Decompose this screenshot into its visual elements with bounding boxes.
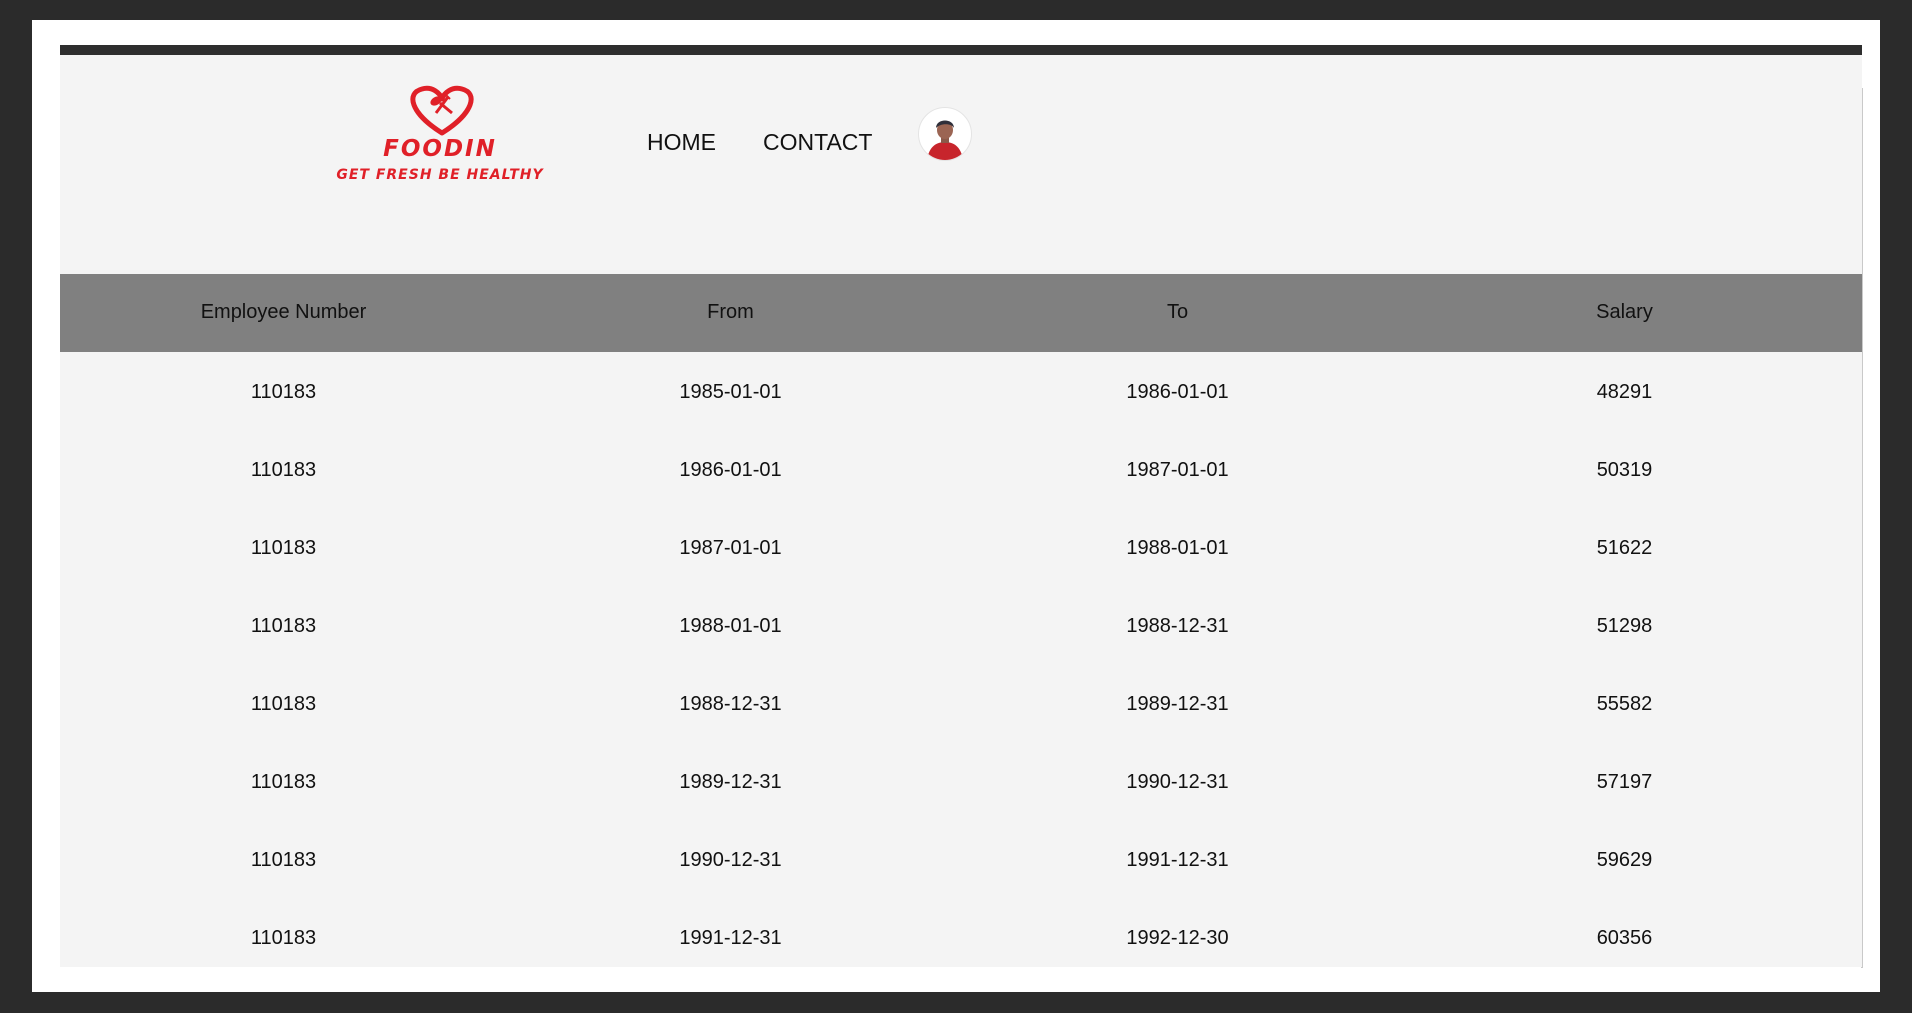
- cell-from: 1991-12-31: [679, 927, 782, 949]
- cell-to: 1988-12-31: [1126, 615, 1229, 637]
- cell-from: 1988-12-31: [679, 693, 782, 715]
- cell-employee-number: 110183: [250, 927, 317, 949]
- cell-salary: 50319: [1596, 459, 1653, 481]
- cell-salary: 57197: [1596, 771, 1653, 793]
- table-row: 110183 1991-12-31 1992-12-30 60356: [60, 898, 1862, 967]
- person-icon: [927, 120, 963, 160]
- brand-name: FOODIN: [383, 136, 497, 162]
- cell-to: 1989-12-31: [1126, 693, 1229, 715]
- nav-contact-link[interactable]: CONTACT: [763, 129, 872, 156]
- table-header-row: Employee Number From To Salary: [60, 274, 1862, 352]
- cell-to: 1990-12-31: [1126, 771, 1229, 793]
- column-header-employee-number[interactable]: Employee Number: [60, 301, 507, 324]
- nav-home-link[interactable]: HOME: [647, 129, 716, 156]
- cell-salary: 60356: [1596, 927, 1653, 949]
- heart-spoon-fork-icon: [410, 85, 474, 136]
- column-header-salary[interactable]: Salary: [1401, 301, 1848, 324]
- brand-tagline: GET FRESH BE HEALTHY: [336, 167, 544, 183]
- table-row: 110183 1990-12-31 1991-12-31 59629: [60, 820, 1862, 898]
- cell-employee-number: 110183: [250, 693, 317, 715]
- cell-to: 1991-12-31: [1126, 849, 1229, 871]
- cell-salary: 55582: [1596, 693, 1653, 715]
- cell-employee-number: 110183: [250, 537, 317, 559]
- column-header-from[interactable]: From: [507, 301, 954, 324]
- table-row: 110183 1985-01-01 1986-01-01 48291: [60, 352, 1862, 430]
- cell-employee-number: 110183: [250, 849, 317, 871]
- browser-viewport: FOODIN GET FRESH BE HEALTHY HOME CONTACT…: [60, 45, 1862, 967]
- cell-employee-number: 110183: [250, 771, 317, 793]
- cell-to: 1988-01-01: [1126, 537, 1229, 559]
- brand-logo[interactable]: FOODIN GET FRESH BE HEALTHY: [310, 83, 570, 195]
- cell-employee-number: 110183: [250, 615, 317, 637]
- cell-to: 1986-01-01: [1126, 381, 1229, 403]
- cell-salary: 51298: [1596, 615, 1653, 637]
- user-avatar-icon[interactable]: [918, 107, 972, 161]
- cell-salary: 51622: [1596, 537, 1653, 559]
- cell-to: 1987-01-01: [1126, 459, 1229, 481]
- cell-from: 1989-12-31: [679, 771, 782, 793]
- table-row: 110183 1988-12-31 1989-12-31 55582: [60, 664, 1862, 742]
- table-row: 110183 1986-01-01 1987-01-01 50319: [60, 430, 1862, 508]
- cell-employee-number: 110183: [250, 381, 317, 403]
- column-header-to[interactable]: To: [954, 301, 1401, 324]
- cell-from: 1987-01-01: [679, 537, 782, 559]
- cell-employee-number: 110183: [250, 459, 317, 481]
- cell-from: 1986-01-01: [679, 459, 782, 481]
- cell-from: 1985-01-01: [679, 381, 782, 403]
- cell-to: 1992-12-30: [1126, 927, 1229, 949]
- table-row: 110183 1989-12-31 1990-12-31 57197: [60, 742, 1862, 820]
- cell-salary: 59629: [1596, 849, 1653, 871]
- table-row: 110183 1987-01-01 1988-01-01 51622: [60, 508, 1862, 586]
- cell-salary: 48291: [1596, 381, 1653, 403]
- site-header: FOODIN GET FRESH BE HEALTHY HOME CONTACT: [60, 55, 1862, 274]
- table-row: 110183 1988-01-01 1988-12-31 51298: [60, 586, 1862, 664]
- cell-from: 1988-01-01: [679, 615, 782, 637]
- cell-from: 1990-12-31: [679, 849, 782, 871]
